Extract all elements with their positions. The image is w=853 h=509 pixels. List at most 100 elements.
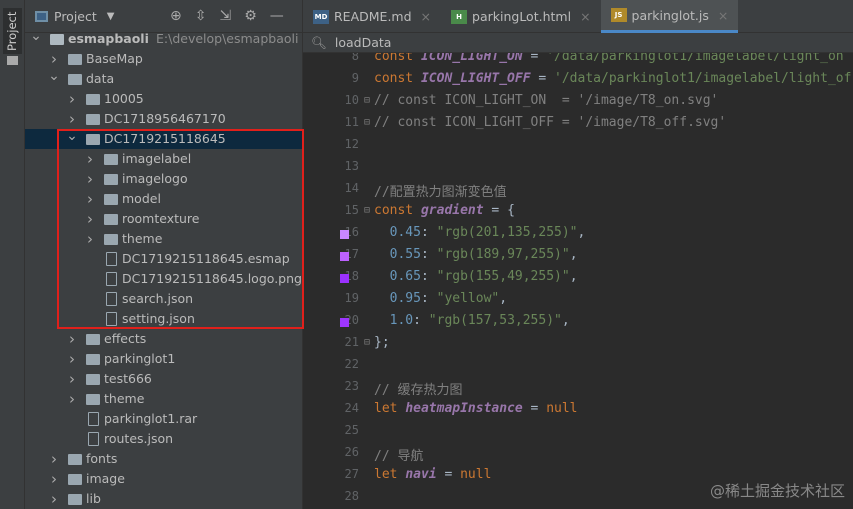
chevron-right-icon[interactable]: › — [48, 469, 60, 489]
tree-item[interactable]: › effects — [25, 329, 303, 349]
search-bar: 🔍︎ — [303, 33, 853, 53]
code-token: let — [374, 401, 406, 416]
tree-item[interactable]: › 10005 — [25, 89, 303, 109]
color-swatch-icon[interactable] — [340, 274, 349, 283]
line-number: 23 — [344, 379, 359, 393]
tree-item[interactable]: › BaseMap — [25, 49, 303, 69]
tree-item[interactable]: ⌄ esmapbaoli E:\develop\esmapbaoli — [25, 29, 303, 49]
line-number: 16 — [344, 225, 359, 239]
editor-tabs: MD README.md × HparkingLot.html × JS parkinglo… — [303, 0, 853, 33]
tree-item[interactable]: › lib — [25, 489, 303, 509]
chevron-down-icon[interactable]: ⌄ — [30, 29, 42, 43]
expand-all-icon[interactable]: ⇳ — [195, 8, 207, 24]
line-number: 21 — [344, 335, 359, 349]
file-type-icon: H — [451, 9, 468, 24]
line-number: 22 — [344, 357, 359, 371]
hide-icon[interactable]: — — [270, 8, 284, 24]
tree-item-label: 10005 — [104, 91, 144, 106]
chevron-right-icon[interactable]: › — [48, 49, 60, 69]
code-token: = — [522, 53, 547, 64]
code-line: // 导航 — [374, 445, 423, 464]
tree-item-label: effects — [104, 331, 147, 346]
fold-icon[interactable]: ⊟ — [364, 205, 370, 216]
gear-icon[interactable]: ⚙ — [244, 8, 257, 24]
tree-item-label: image — [86, 471, 125, 486]
project-icon — [35, 10, 48, 22]
editor-tab[interactable]: JS parkinglot.js × — [600, 0, 739, 33]
highlight-box — [57, 129, 304, 329]
code-area[interactable]: 8 const ICON_LIGHT_ON = '/data/parkinglot… — [303, 53, 853, 509]
tree-item[interactable]: › test666 — [25, 369, 303, 389]
tree-item[interactable]: › parkinglot1 — [25, 349, 303, 369]
editor-tab[interactable]: HparkingLot.html × — [441, 0, 601, 33]
project-view-dropdown[interactable]: Project — [54, 9, 97, 24]
code-token: heatmapInstance — [405, 401, 523, 416]
fold-icon[interactable]: ⊟ — [364, 95, 370, 106]
locate-icon[interactable]: ⊕ — [170, 8, 182, 24]
tree-item[interactable]: › theme — [25, 389, 303, 409]
tree-item-label: BaseMap — [86, 51, 143, 66]
chevron-down-icon[interactable]: ⌄ — [48, 69, 60, 83]
code-token: : — [420, 247, 437, 262]
chevron-right-icon[interactable]: › — [66, 369, 78, 389]
code-token: const — [374, 203, 421, 218]
close-icon[interactable]: × — [580, 9, 590, 24]
line-number: 14 — [344, 181, 359, 195]
code-token: = — [530, 71, 555, 86]
chevron-right-icon[interactable]: › — [66, 349, 78, 369]
folder-icon — [68, 74, 82, 85]
code-token: "rgb(157,53,255)" — [428, 313, 562, 328]
code-line: const gradient = { — [374, 203, 515, 218]
code-token: , — [569, 247, 578, 262]
search-input[interactable] — [334, 35, 491, 50]
color-swatch-icon[interactable] — [340, 252, 349, 261]
tree-item-label: test666 — [104, 371, 152, 386]
chevron-right-icon[interactable]: › — [66, 89, 78, 109]
editor: MD README.md × HparkingLot.html × JS parkinglo… — [303, 0, 853, 509]
chevron-right-icon[interactable]: › — [48, 449, 60, 469]
tree-item-label: parkinglot1.rar — [104, 411, 198, 426]
tree-item-label: lib — [86, 491, 101, 506]
tree-item[interactable]: parkinglot1.rar — [25, 409, 303, 429]
tree-item[interactable]: › image — [25, 469, 303, 489]
code-token: = — [522, 401, 547, 416]
code-line: const ICON_LIGHT_ON = '/data/parkinglot1… — [374, 53, 844, 64]
line-number: 9 — [351, 71, 359, 85]
fold-icon[interactable]: ⊟ — [364, 337, 370, 348]
line-number: 27 — [344, 467, 359, 481]
tree-item[interactable]: ⌄ data — [25, 69, 303, 89]
code-token: = — [436, 467, 461, 482]
line-number: 15 — [344, 203, 359, 217]
code-line: 0.95: "yellow", — [374, 291, 507, 306]
code-line: //配置热力图渐变色值 — [374, 181, 507, 200]
editor-tab[interactable]: MD README.md × — [303, 0, 441, 33]
code-token: ICON_LIGHT_OFF — [420, 71, 531, 86]
project-tool-tab[interactable]: Project — [3, 8, 22, 54]
close-icon[interactable]: × — [421, 9, 431, 24]
code-token: const — [374, 53, 421, 64]
color-swatch-icon[interactable] — [340, 318, 349, 327]
code-token: }; — [374, 335, 390, 350]
tab-label: parkinglot.js — [631, 7, 709, 23]
folder-icon — [86, 94, 100, 105]
chevron-right-icon[interactable]: › — [66, 109, 78, 129]
code-token: //配置热力图渐变色值 — [374, 185, 507, 200]
chevron-right-icon[interactable]: › — [48, 489, 60, 509]
tree-item[interactable]: routes.json — [25, 429, 303, 449]
code-token: gradient — [420, 203, 484, 218]
color-swatch-icon[interactable] — [340, 230, 349, 239]
close-icon[interactable]: × — [718, 8, 728, 23]
structure-icon[interactable] — [7, 56, 18, 65]
chevron-down-icon[interactable]: ▼ — [107, 11, 115, 22]
folder-icon — [86, 114, 100, 125]
search-icon[interactable]: 🔍︎ — [311, 35, 327, 51]
code-token: // const ICON_LIGHT_ON = '/image/T8_on.s… — [374, 93, 719, 108]
collapse-all-icon[interactable]: ⇲ — [219, 8, 231, 24]
tree-item[interactable]: › DC1718956467170 — [25, 109, 303, 129]
chevron-right-icon[interactable]: › — [66, 389, 78, 409]
fold-icon[interactable]: ⊟ — [364, 117, 370, 128]
chevron-right-icon[interactable]: › — [66, 329, 78, 349]
line-number: 8 — [351, 53, 359, 63]
file-type-icon: JS — [610, 8, 627, 22]
tree-item[interactable]: › fonts — [25, 449, 303, 469]
